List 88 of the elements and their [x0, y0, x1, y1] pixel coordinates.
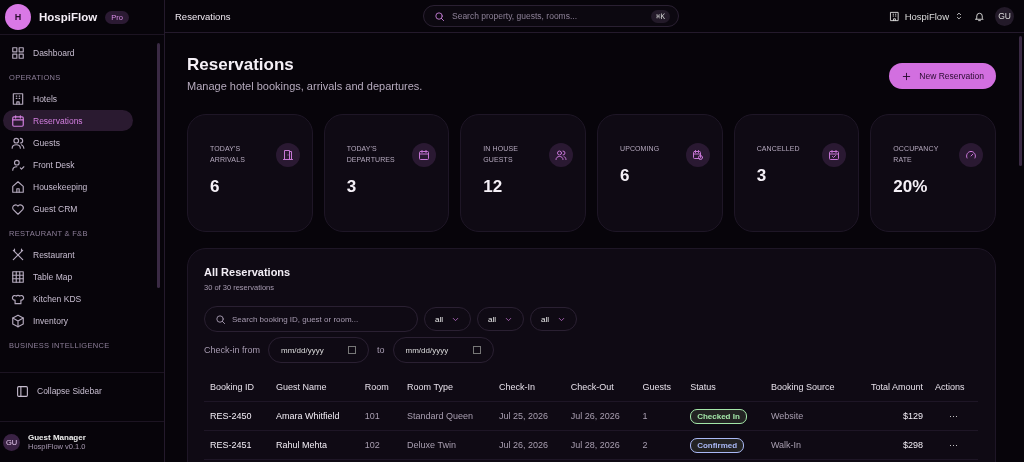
new-reservation-button[interactable]: New Reservation — [889, 63, 996, 89]
nav-item[interactable]: Reservations — [3, 110, 133, 131]
grid-icon — [11, 269, 25, 284]
table-cell: Jul 25, 2026 — [498, 411, 548, 421]
nav-item[interactable]: Guests — [3, 132, 133, 153]
gauge-icon — [965, 149, 977, 161]
more-actions-button[interactable]: ··· — [945, 411, 963, 421]
nav-item[interactable]: Hotels — [3, 88, 133, 109]
grid-icon — [11, 45, 25, 60]
column-header: Guest Name — [275, 382, 327, 392]
users-icon — [555, 149, 567, 161]
column-header: Room Type — [407, 382, 453, 392]
table-cell: Deluxe Twin — [407, 440, 456, 450]
sidebar-panel-icon — [16, 384, 29, 398]
table-cell: Jul 26, 2026 — [498, 440, 548, 450]
house-icon — [11, 179, 25, 194]
table-cell: Website — [770, 411, 804, 421]
nav-item[interactable]: Inventory — [3, 310, 133, 331]
table-cell: Amara Whitfield — [275, 411, 340, 421]
table-cell: Jul 28, 2026 — [570, 440, 620, 450]
table-cell: $298 — [903, 440, 924, 450]
table-cell: Walk-In — [770, 440, 802, 450]
scrollbar[interactable] — [157, 43, 160, 288]
heart-icon — [11, 201, 25, 216]
column-header: Room — [364, 382, 389, 392]
table-cell: Jul 26, 2026 — [570, 411, 620, 421]
stat-value: 20% — [893, 177, 929, 197]
app-name: HospiFlow — [39, 11, 98, 23]
plus-icon — [901, 70, 913, 82]
stat-value: 6 — [620, 166, 631, 186]
table-cell: RES-2450 — [210, 411, 252, 421]
stat-value: 6 — [210, 177, 221, 197]
column-header: Booking Source — [770, 382, 835, 392]
table-cell: $129 — [903, 411, 924, 421]
table-cell: 1 — [642, 411, 648, 421]
chevrons-up-down-icon — [954, 11, 964, 21]
users-icon — [11, 135, 25, 150]
user-avatar[interactable]: GU — [995, 6, 1014, 26]
calendar-check-icon — [828, 149, 841, 161]
page-subtitle: Manage hotel bookings, arrivals and departures. — [187, 80, 423, 92]
building-icon — [888, 10, 900, 22]
column-header: Check-In — [498, 382, 535, 392]
table-cell: Standard Queen — [407, 411, 474, 421]
column-header: Total Amount — [871, 382, 924, 392]
table-cell: 2 — [642, 440, 648, 450]
nav-item[interactable]: Restaurant — [3, 244, 133, 265]
column-header: Actions — [935, 382, 965, 392]
calendar-clock-icon — [691, 149, 704, 161]
property-switcher[interactable]: HospiFlow — [888, 10, 964, 22]
date-separator: to — [377, 345, 385, 355]
calendar-icon — [418, 149, 431, 161]
user-name: Guest Manager — [28, 433, 86, 442]
scrollbar[interactable] — [1019, 36, 1022, 166]
page-title: Reservations — [187, 55, 295, 75]
building-icon — [11, 91, 25, 106]
stat-value: 3 — [346, 177, 358, 197]
utensils-icon — [11, 247, 25, 262]
user-check-icon — [11, 157, 25, 172]
door-icon — [281, 149, 294, 161]
nav-item[interactable]: Housekeeping — [3, 176, 133, 197]
table-cell: RES-2451 — [210, 440, 252, 450]
search-icon — [215, 313, 226, 325]
nav-item[interactable]: Guest CRM — [3, 198, 133, 219]
status-badge: Checked In — [690, 409, 747, 424]
column-header: Guests — [642, 382, 671, 392]
box-icon — [11, 313, 25, 328]
stat-value: 3 — [756, 166, 768, 186]
status-badge: Confirmed — [690, 438, 745, 453]
calendar-icon — [11, 113, 25, 128]
header-title: Reservations — [175, 10, 232, 22]
column-header: Check-Out — [570, 382, 614, 392]
notifications-icon — [974, 10, 985, 22]
search-icon — [434, 10, 445, 22]
table-cell: 101 — [364, 411, 380, 421]
stat-value: 12 — [483, 177, 504, 197]
table-cell: Rahul Mehta — [275, 440, 327, 450]
nav-item[interactable]: Kitchen KDS — [3, 288, 133, 309]
card-title: All Reservations — [204, 266, 292, 278]
collapse-sidebar-button[interactable]: Collapse Sidebar — [0, 372, 164, 409]
table-cell: 102 — [364, 440, 380, 450]
date-filter-label: Check-in from — [204, 345, 260, 355]
nav-item[interactable]: Dashboard — [3, 42, 133, 63]
column-header: Booking ID — [210, 382, 255, 392]
nav-item[interactable]: Table Map — [3, 266, 133, 287]
column-header: Status — [690, 382, 716, 392]
logo: H — [5, 4, 31, 30]
nav-item[interactable]: Front Desk — [3, 154, 133, 175]
more-actions-button[interactable]: ··· — [945, 440, 963, 450]
